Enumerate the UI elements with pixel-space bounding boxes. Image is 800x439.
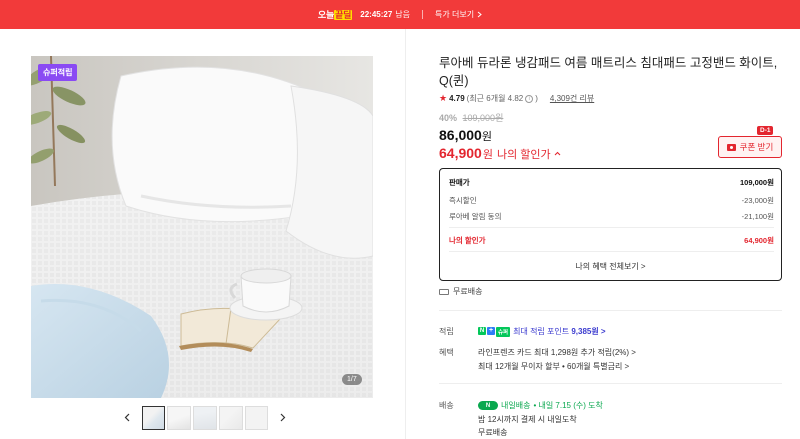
chevron-right-icon bbox=[477, 11, 482, 18]
naver-pay-icon: N + 슈퍼 bbox=[478, 326, 511, 337]
breakdown-row: 즉시할인 -23,000원 bbox=[449, 196, 774, 205]
thumbnail-5[interactable] bbox=[244, 405, 269, 430]
reviews-link[interactable]: 4,309건 리뷰 bbox=[550, 93, 594, 104]
product-title: 루아베 듀라론 냉감패드 여름 매트리스 침대패드 고정밴드 화이트, Q(퀸) bbox=[439, 56, 778, 88]
next-day-delivery-icon: N bbox=[478, 401, 498, 410]
coupon-icon bbox=[726, 143, 736, 151]
delivery-date: • 내일 7.15 (수) 도착 bbox=[533, 401, 603, 410]
info-icon[interactable]: i bbox=[525, 94, 534, 103]
image-counter: 1/7 bbox=[342, 374, 362, 385]
my-discount-label: 나의 할인가 bbox=[496, 149, 551, 161]
chevron-left-icon bbox=[124, 413, 130, 422]
coupon-dday-badge: D-1 bbox=[757, 126, 774, 135]
breakdown-divider bbox=[449, 251, 774, 252]
rating-recent: (최근 6개월 4.82 bbox=[466, 94, 524, 103]
coupon-button[interactable]: 쿠폰 받기 bbox=[718, 136, 782, 158]
thumbnail-3[interactable] bbox=[193, 405, 217, 430]
delivery-title: 내일배송 bbox=[501, 401, 531, 410]
breakdown-row: 판매가 109,000원 bbox=[449, 178, 774, 187]
chevron-up-icon bbox=[554, 151, 560, 156]
section-divider bbox=[439, 383, 782, 384]
thumbnail-4[interactable] bbox=[218, 405, 243, 430]
deal-brand: 오늘끝딜 bbox=[317, 10, 353, 20]
rating-score: 4.79 bbox=[449, 94, 465, 103]
product-main-image[interactable] bbox=[31, 56, 373, 398]
delivery-label: 배송 bbox=[439, 401, 454, 410]
delivery-row: N 내일배송 • 내일 7.15 (수) 도착 bbox=[478, 400, 603, 411]
discount-row: 40% 109,000원 bbox=[439, 111, 503, 124]
rating-recent-close: ) bbox=[535, 94, 538, 103]
thumbnail-prev-button[interactable] bbox=[120, 411, 134, 425]
my-discount-price[interactable]: 64,900 원 나의 할인가 bbox=[439, 145, 561, 162]
benefit-label: 혜택 bbox=[439, 348, 454, 357]
delivery-cutoff: 밤 12시까지 결제 시 내일도착 bbox=[478, 415, 577, 424]
super-points-badge: 슈퍼적립 bbox=[38, 64, 78, 81]
column-divider bbox=[405, 29, 406, 439]
deal-timer: 22:45:27 bbox=[360, 10, 393, 19]
truck-icon bbox=[439, 288, 449, 295]
section-divider bbox=[439, 310, 782, 311]
banner-divider bbox=[422, 10, 424, 19]
card-benefit-link[interactable]: 라인프렌즈 카드 최대 1,298원 추가 적립(2%) > bbox=[478, 347, 636, 358]
points-label: 적립 bbox=[439, 327, 454, 336]
sale-price: 86,000원 bbox=[439, 127, 492, 143]
free-shipping-row: 무료배송 bbox=[439, 286, 482, 297]
delivery-fee: 무료배송 bbox=[478, 428, 508, 437]
breakdown-divider bbox=[449, 227, 774, 228]
rating-row: ★ 4.79 (최근 6개월 4.82 i ) 4,309건 리뷰 bbox=[439, 93, 594, 104]
chevron-right-icon bbox=[280, 413, 286, 422]
thumbnail-strip bbox=[120, 405, 290, 430]
star-icon: ★ bbox=[439, 93, 448, 103]
thumbnail-next-button[interactable] bbox=[276, 411, 290, 425]
all-benefits-link[interactable]: 나의 혜택 전체보기 > bbox=[440, 261, 781, 272]
original-price: 109,000원 bbox=[462, 113, 504, 123]
points-row[interactable]: N + 슈퍼 최대 적립 포인트 9,385원 > bbox=[478, 326, 606, 337]
points-text: 최대 적립 포인트 9,385원 > bbox=[513, 327, 606, 336]
more-deals-link[interactable]: 특가 더보기 bbox=[435, 9, 482, 20]
breakdown-row: 루아베 알림 동의 -21,100원 bbox=[449, 212, 774, 221]
installment-benefit-link[interactable]: 최대 12개월 무이자 할부 • 60개월 특별금리 > bbox=[478, 361, 629, 372]
discount-percent: 40% bbox=[439, 113, 458, 123]
thumbnail-1[interactable] bbox=[141, 405, 166, 430]
deal-remain-label: 남음 bbox=[395, 10, 411, 19]
thumbnail-2[interactable] bbox=[167, 405, 192, 430]
promo-banner: 오늘끝딜 22:45:27 남음 특가 더보기 bbox=[0, 0, 800, 29]
breakdown-row-total: 나의 할인가 64,900원 bbox=[449, 236, 774, 245]
price-breakdown: 판매가 109,000원 즉시할인 -23,000원 루아베 알림 동의 -21,10… bbox=[439, 168, 782, 281]
